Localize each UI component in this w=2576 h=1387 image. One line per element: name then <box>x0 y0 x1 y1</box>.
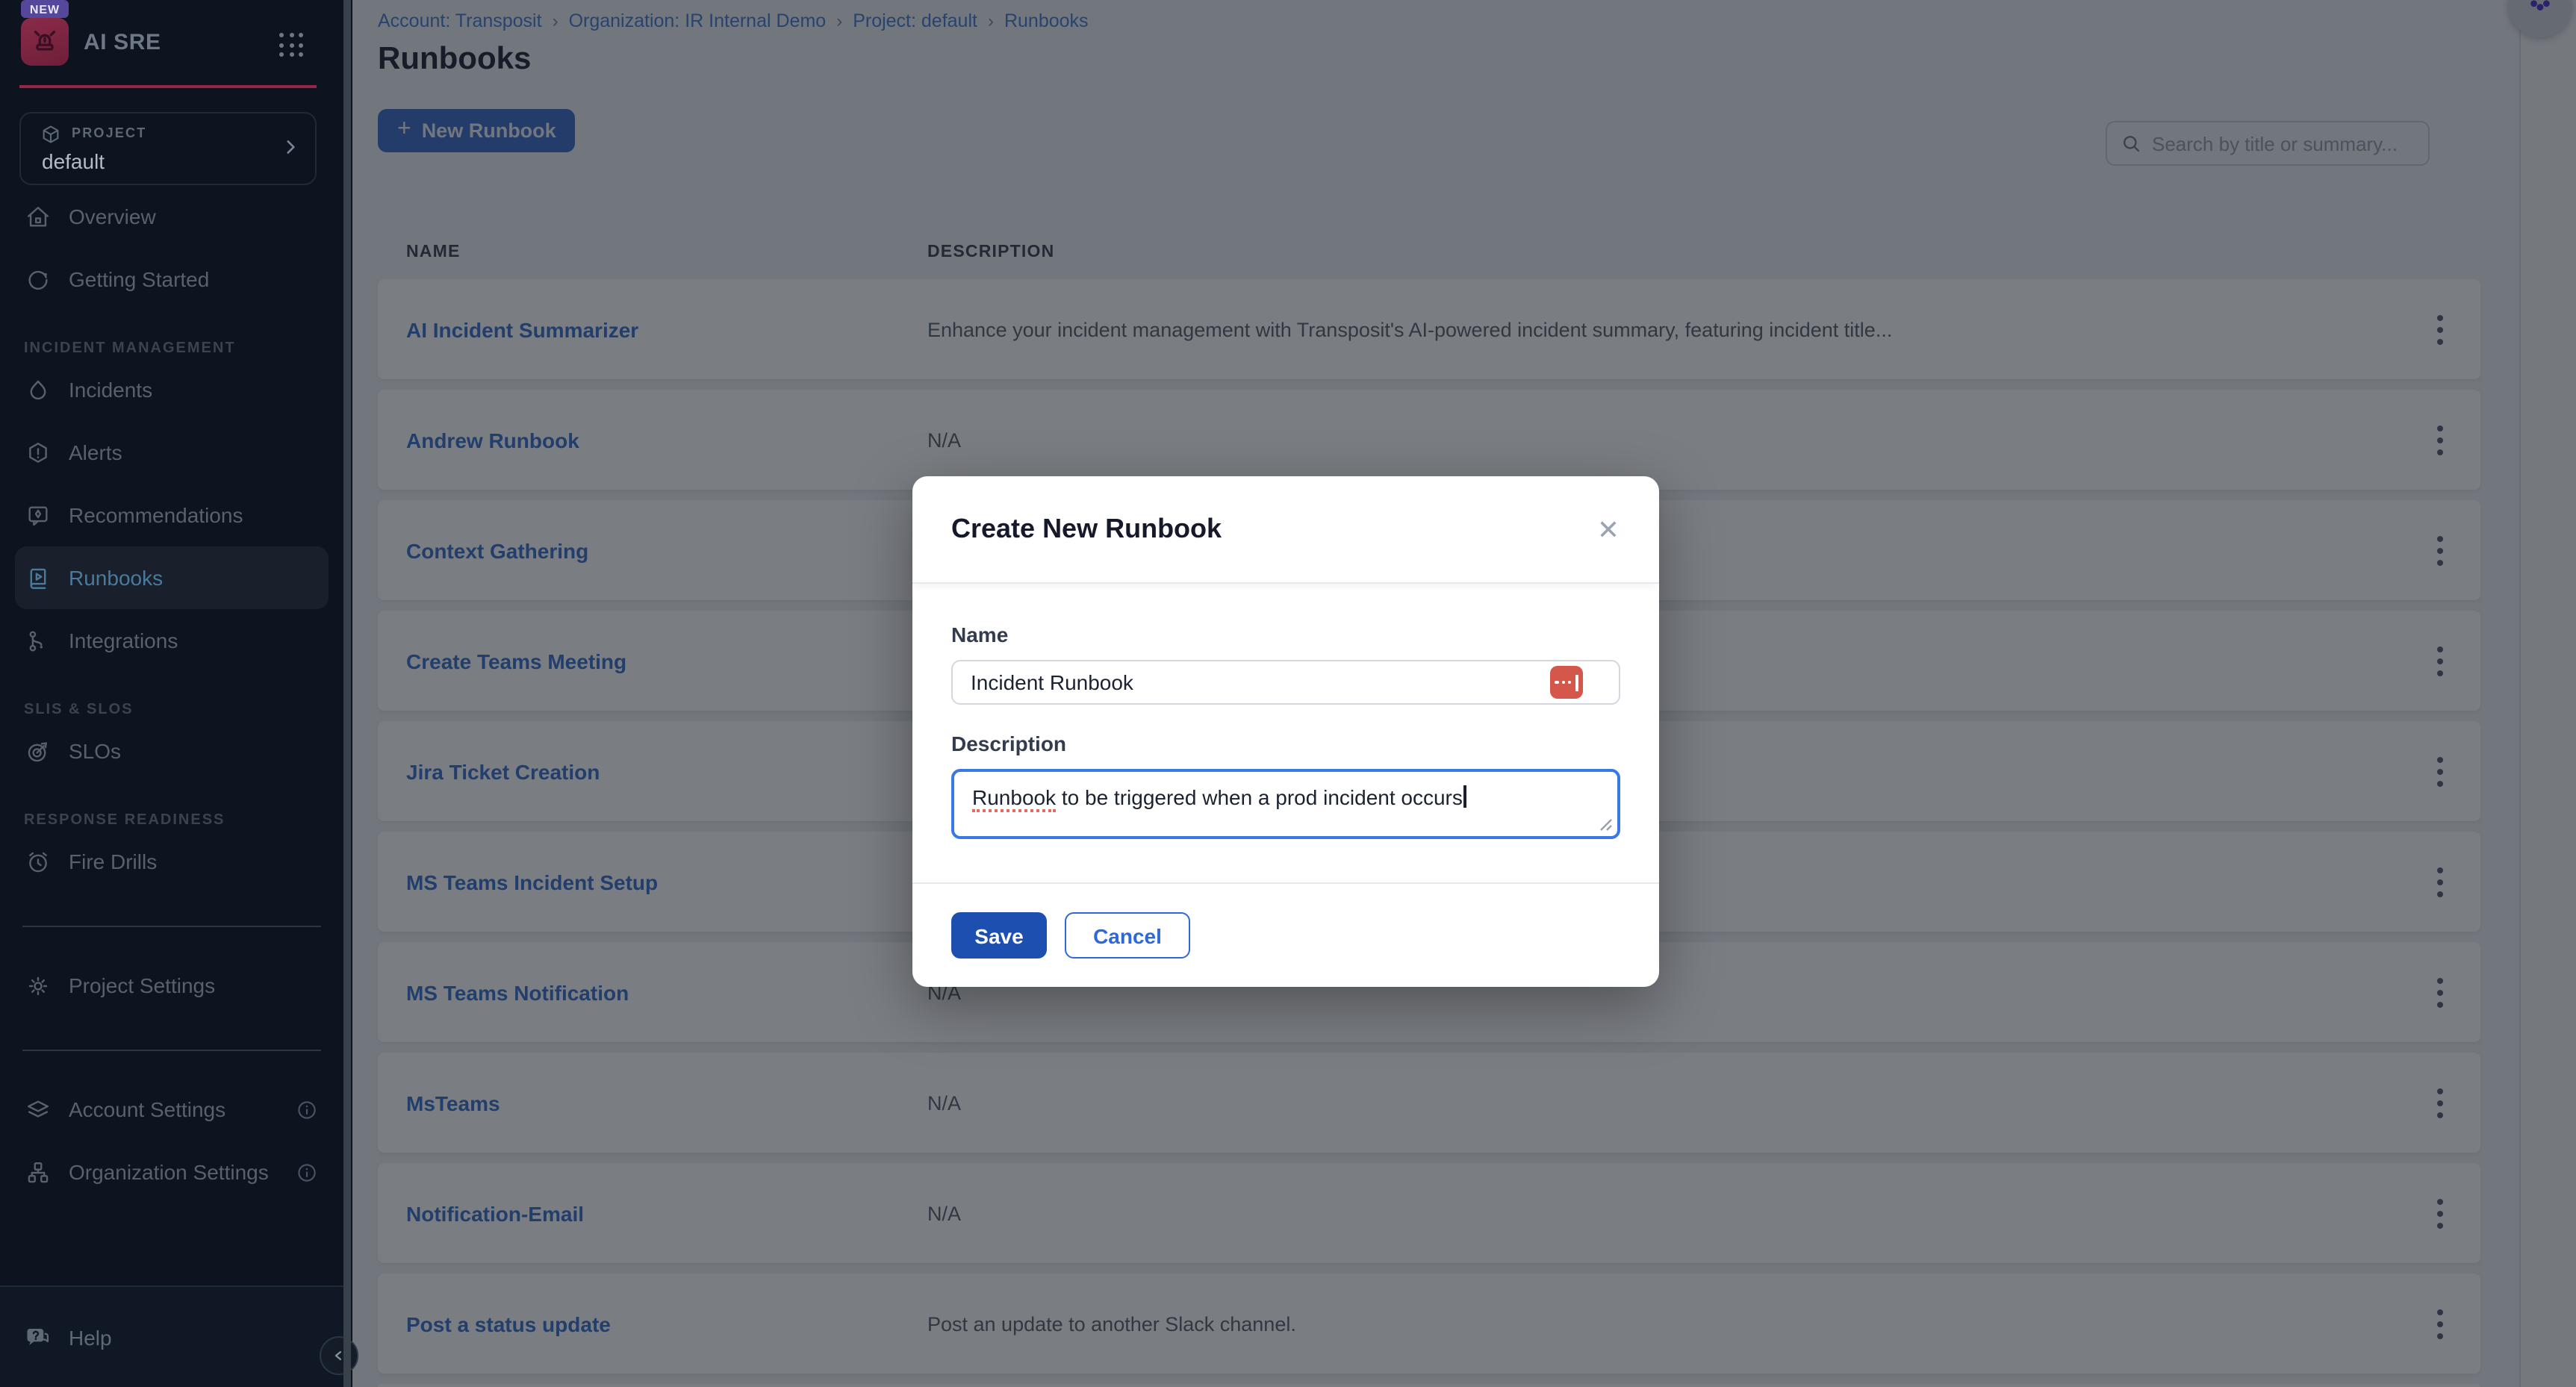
info-icon[interactable] <box>293 1159 320 1185</box>
password-manager-autofill-icon[interactable] <box>1550 666 1583 699</box>
sidebar-item-integrations[interactable]: Integrations <box>0 609 343 672</box>
name-input-wrap <box>951 660 1620 705</box>
runbook-description-textarea[interactable]: Runbook to be triggered when a prod inci… <box>951 769 1620 839</box>
save-button[interactable]: Save <box>951 912 1047 959</box>
modal-footer: Save Cancel <box>912 882 1659 987</box>
close-icon[interactable]: ✕ <box>1590 512 1626 548</box>
sidebar-item-label: Getting Started <box>69 267 209 291</box>
sidebar-item-slos[interactable]: SLOs <box>0 720 343 782</box>
brand-divider <box>19 85 317 88</box>
sidebar-item-label: Alerts <box>69 440 122 464</box>
sidebar-item-label: Recommendations <box>69 503 243 527</box>
cube-icon <box>40 124 61 145</box>
sidebar-item-runbooks[interactable]: Runbooks <box>15 546 329 609</box>
sidebar-section-slis-slos: SLIS & SLOS <box>0 699 343 720</box>
sidebar-item-label: Organization Settings <box>69 1160 269 1184</box>
siren-icon <box>30 27 60 57</box>
project-label: PROJECT <box>72 125 146 140</box>
help-chat-icon <box>24 1324 51 1351</box>
info-icon[interactable] <box>293 1096 320 1123</box>
alarm-clock-icon <box>24 848 51 875</box>
sidebar-item-label: Help <box>69 1326 112 1350</box>
brand-name: AI SRE <box>84 30 161 55</box>
gear-icon <box>24 972 51 999</box>
modal-title: Create New Runbook <box>951 514 1222 545</box>
runbook-name-input[interactable] <box>951 660 1620 705</box>
sidebar-item-project-settings[interactable]: Project Settings <box>0 954 343 1017</box>
description-field-label: Description <box>951 732 1620 755</box>
project-selector[interactable]: PROJECT default <box>19 112 317 185</box>
project-value: default <box>42 149 105 173</box>
branch-icon <box>24 627 51 654</box>
sidebar-item-recommendations[interactable]: Recommendations <box>0 484 343 546</box>
app-grid-icon[interactable] <box>279 33 305 58</box>
sidebar: NEW AI SRE PROJECT default <box>0 0 352 1387</box>
sidebar-nav: Overview Getting Started INCIDENT MANAGE… <box>0 185 343 1203</box>
resize-grip-icon[interactable] <box>1599 818 1613 832</box>
home-icon <box>24 203 51 230</box>
chevron-right-icon <box>281 137 300 157</box>
sidebar-scrollbar[interactable] <box>343 0 351 1387</box>
cancel-button[interactable]: Cancel <box>1065 912 1190 959</box>
runbook-book-icon <box>24 564 51 591</box>
progress-circle-icon <box>24 266 51 293</box>
sidebar-item-overview[interactable]: Overview <box>0 185 343 248</box>
sidebar-item-account-settings[interactable]: Account Settings <box>0 1078 343 1141</box>
sidebar-footer: Help <box>0 1285 343 1387</box>
sidebar-item-getting-started[interactable]: Getting Started <box>0 248 343 311</box>
modal-header: Create New Runbook ✕ <box>912 476 1659 584</box>
sidebar-item-incidents[interactable]: Incidents <box>0 358 343 421</box>
new-badge: NEW <box>21 0 69 18</box>
sidebar-item-label: Account Settings <box>69 1097 225 1121</box>
misspelled-word: Runbook <box>972 785 1056 812</box>
recommendations-icon <box>24 502 51 529</box>
sidebar-item-fire-drills[interactable]: Fire Drills <box>0 830 343 893</box>
sidebar-item-label: Project Settings <box>69 973 215 997</box>
app-logo[interactable] <box>21 18 69 66</box>
sidebar-item-label: Integrations <box>69 629 178 652</box>
target-icon <box>24 738 51 764</box>
text-caret <box>1464 785 1466 808</box>
sidebar-item-help[interactable]: Help <box>0 1306 343 1369</box>
incident-flame-icon <box>24 376 51 403</box>
sidebar-item-label: SLOs <box>69 739 121 763</box>
sidebar-item-label: Fire Drills <box>69 850 157 873</box>
sidebar-item-organization-settings[interactable]: Organization Settings <box>0 1141 343 1203</box>
layers-icon <box>24 1096 51 1123</box>
sidebar-section-response-readiness: RESPONSE READINESS <box>0 809 343 830</box>
brand-row: NEW AI SRE <box>0 0 352 90</box>
description-text: to be triggered when a prod incident occ… <box>1056 785 1463 809</box>
sidebar-section-incident-management: INCIDENT MANAGEMENT <box>0 337 343 358</box>
sidebar-item-alerts[interactable]: Alerts <box>0 421 343 484</box>
create-runbook-modal: Create New Runbook ✕ Name Description Ru… <box>912 476 1659 987</box>
sidebar-item-label: Runbooks <box>69 566 163 590</box>
sidebar-item-label: Overview <box>69 205 156 228</box>
sidebar-item-label: Incidents <box>69 378 152 402</box>
alert-hexagon-icon <box>24 439 51 466</box>
app-window: NEW AI SRE PROJECT default <box>0 0 2576 1387</box>
org-chart-icon <box>24 1159 51 1185</box>
name-field-label: Name <box>951 623 1620 646</box>
sidebar-collapse-toggle[interactable] <box>320 1336 358 1375</box>
modal-body: Name Description Runbook to be triggered… <box>912 584 1659 878</box>
